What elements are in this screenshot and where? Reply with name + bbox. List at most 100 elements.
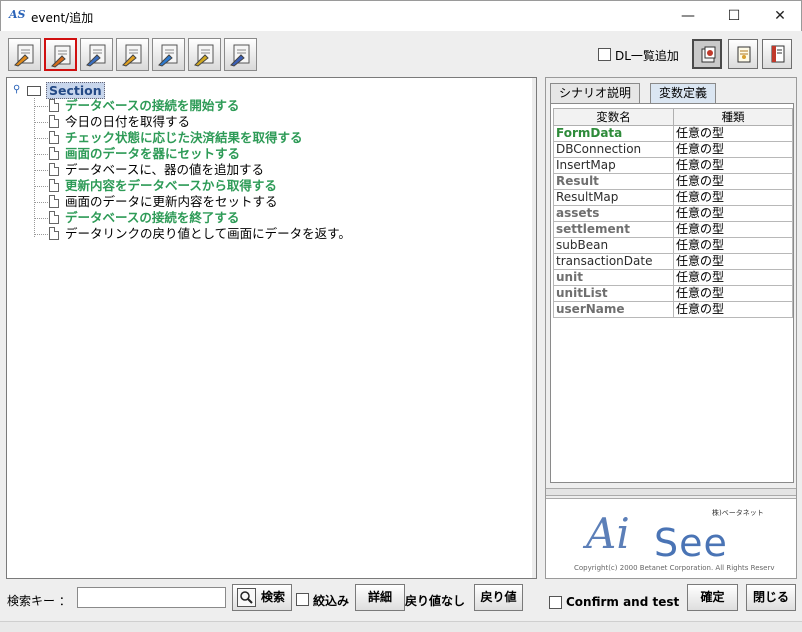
tool-1-button[interactable] (8, 38, 41, 71)
tree-item-label: チェック状態に応じた決済結果を取得する (65, 130, 303, 145)
column-header-variable-name[interactable]: 変数名 (553, 108, 674, 126)
confirm-and-test-checkbox[interactable] (549, 596, 562, 609)
maximize-button[interactable]: ☐ (711, 1, 757, 31)
variable-type-cell[interactable]: 任意の型 (673, 253, 793, 270)
view-document-button[interactable] (728, 39, 758, 69)
variable-type-cell[interactable]: 任意の型 (673, 157, 793, 174)
variable-type-cell[interactable]: 任意の型 (673, 205, 793, 222)
variable-name-cell[interactable]: FormData (553, 125, 674, 142)
variable-type-cell[interactable]: 任意の型 (673, 237, 793, 254)
view-tree-button[interactable] (692, 39, 722, 69)
close-window-button[interactable]: ✕ (757, 1, 802, 31)
dl-add-checkbox[interactable] (598, 48, 611, 61)
tool-6-icon (194, 44, 214, 67)
logo-copyright: Copyright(c) 2000 Betanet Corporation. A… (574, 564, 775, 572)
variable-type-cell[interactable]: 任意の型 (673, 141, 793, 158)
tree-expand-icon[interactable]: ⚲ (13, 84, 20, 95)
tool-4-button[interactable] (116, 38, 149, 71)
variable-type-cell[interactable]: 任意の型 (673, 221, 793, 238)
filter-checkbox[interactable] (296, 593, 309, 606)
logo-ai: Ai (586, 509, 630, 558)
tree-connector (34, 98, 35, 237)
no-return-value-label: 戻り値なし (405, 594, 466, 608)
view-book-button[interactable] (762, 39, 792, 69)
tool-2-button[interactable] (44, 38, 77, 71)
variable-name-cell[interactable]: DBConnection (553, 141, 674, 158)
variable-type-cell[interactable]: 任意の型 (673, 269, 793, 286)
variable-name-cell[interactable]: Result (553, 173, 674, 190)
tool-3-icon (86, 44, 106, 67)
variable-type-cell[interactable]: 任意の型 (673, 189, 793, 206)
tab-scenario-description[interactable]: シナリオ説明 (550, 83, 641, 103)
document-icon (49, 227, 59, 240)
tool-6-button[interactable] (188, 38, 221, 71)
tree-item-label: 画面のデータに更新内容をセットする (65, 194, 278, 209)
table-row[interactable]: transactionDate 任意の型 (553, 253, 793, 270)
tree-root-section[interactable]: Section (46, 82, 105, 99)
document-icon (49, 211, 59, 224)
variable-type-cell[interactable]: 任意の型 (673, 125, 793, 142)
variable-name-cell[interactable]: InsertMap (553, 157, 674, 174)
table-row[interactable]: unitList 任意の型 (553, 285, 793, 302)
book-icon (771, 45, 785, 63)
search-key-label: 検索キー ： (7, 594, 71, 608)
tree-scroll-edge (532, 78, 536, 578)
document-icon (49, 115, 59, 128)
search-button[interactable]: 検索 (232, 584, 292, 611)
variable-type-cell[interactable]: 任意の型 (673, 285, 793, 302)
right-panel: シナリオ説明 変数定義 変数名 種類 FormData 任意の型 DBConnect… (545, 77, 797, 579)
tool-3-button[interactable] (80, 38, 113, 71)
variable-name-cell[interactable]: assets (553, 205, 674, 222)
document-icon (49, 179, 59, 192)
tree-item-label: 画面のデータを器にセットする (65, 146, 241, 161)
variable-name-cell[interactable]: transactionDate (553, 253, 674, 270)
table-row[interactable]: assets 任意の型 (553, 205, 793, 222)
confirm-and-test-label: Confirm and test (566, 595, 680, 609)
document-icon (737, 46, 751, 63)
tool-5-button[interactable] (152, 38, 185, 71)
variable-table: 変数名 種類 FormData 任意の型 DBConnection 任意の型 Inser… (553, 108, 793, 318)
tree-connector (34, 122, 48, 123)
table-row[interactable]: InsertMap 任意の型 (553, 157, 793, 174)
ok-button[interactable]: 確定 (687, 584, 738, 611)
tab-variable-definition[interactable]: 変数定義 (650, 83, 717, 103)
folder-icon (27, 86, 41, 96)
scenario-tree-pane[interactable]: ⚲ Section データベースの接続を開始する 今日の日付を取得する チェック状態… (6, 77, 537, 579)
variable-name-cell[interactable]: unitList (553, 285, 674, 302)
column-header-type[interactable]: 種類 (673, 108, 793, 126)
table-row[interactable]: DBConnection 任意の型 (553, 141, 793, 158)
variable-name-cell[interactable]: userName (553, 301, 674, 318)
close-icon: ✕ (774, 8, 786, 24)
window-title: event/追加 (31, 11, 94, 25)
variable-name-cell[interactable]: subBean (553, 237, 674, 254)
table-row[interactable]: settlement 任意の型 (553, 221, 793, 238)
table-row[interactable]: Result 任意の型 (553, 173, 793, 190)
variable-name-cell[interactable]: settlement (553, 221, 674, 238)
table-row[interactable]: ResultMap 任意の型 (553, 189, 793, 206)
tool-7-button[interactable] (224, 38, 257, 71)
tree-connector (34, 170, 48, 171)
detail-button[interactable]: 詳細 (355, 584, 405, 611)
return-value-button[interactable]: 戻り値 (474, 584, 523, 611)
variable-name-cell[interactable]: ResultMap (553, 189, 674, 206)
dl-add-label: DL一覧追加 (615, 49, 679, 63)
filter-label: 絞込み (313, 594, 350, 608)
status-bar (0, 621, 802, 632)
variable-type-cell[interactable]: 任意の型 (673, 173, 793, 190)
variable-name-cell[interactable]: unit (553, 269, 674, 286)
minimize-button[interactable]: — (665, 1, 711, 31)
tree-item-label: 今日の日付を取得する (65, 114, 191, 129)
tree-item-label: データベースの接続を開始する (65, 98, 240, 113)
search-button-label: 検索 (261, 590, 286, 604)
tree-item-label: 更新内容をデータベースから取得する (65, 178, 277, 193)
close-button[interactable]: 閉じる (746, 584, 796, 611)
split-divider[interactable] (546, 488, 796, 496)
document-icon (49, 195, 59, 208)
variable-type-cell[interactable]: 任意の型 (673, 301, 793, 318)
table-row[interactable]: subBean 任意の型 (553, 237, 793, 254)
table-row[interactable]: FormData 任意の型 (553, 125, 793, 142)
logo-see: See (654, 521, 728, 565)
search-input[interactable] (77, 587, 226, 608)
table-row[interactable]: userName 任意の型 (553, 301, 793, 318)
table-row[interactable]: unit 任意の型 (553, 269, 793, 286)
